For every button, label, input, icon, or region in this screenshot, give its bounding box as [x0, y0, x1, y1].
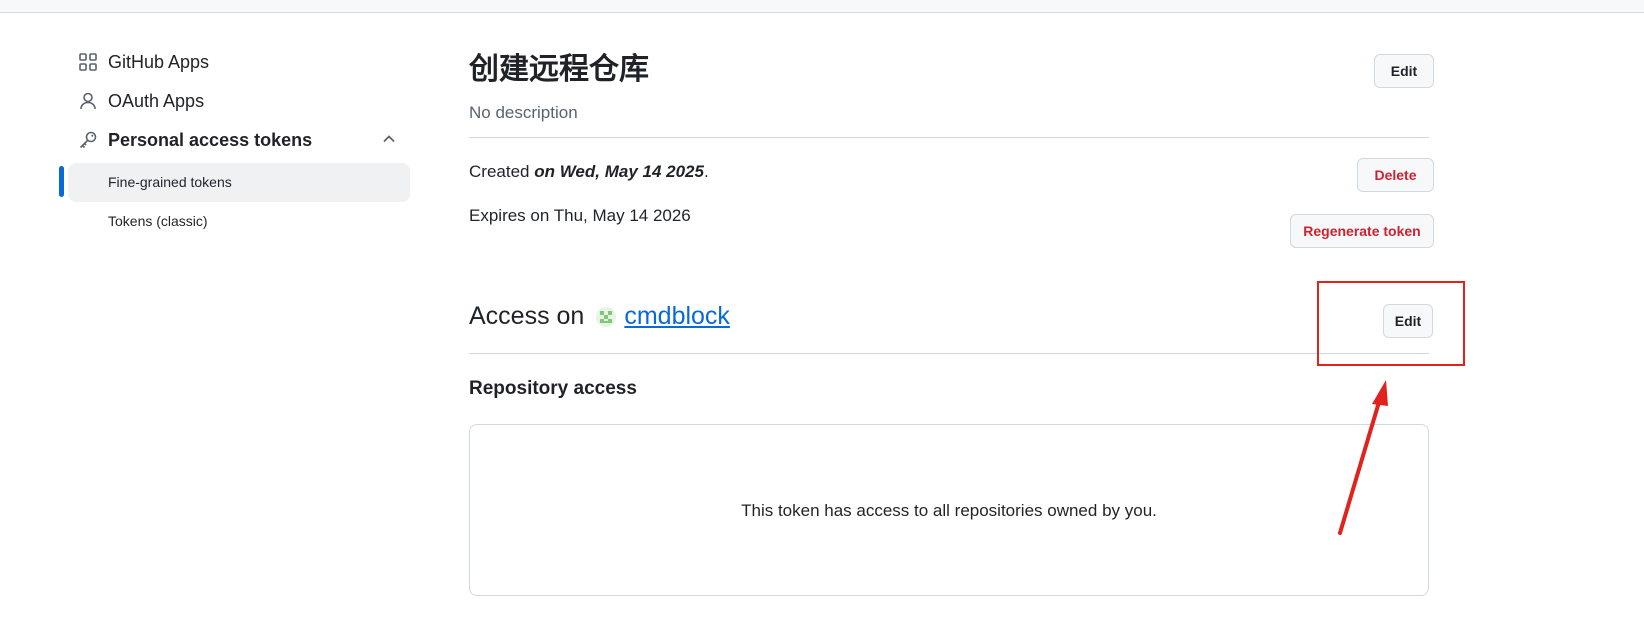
settings-sidebar: GitHub Apps OAuth Apps Personal access t… — [0, 0, 420, 626]
sidebar-item-github-apps[interactable]: GitHub Apps — [78, 48, 209, 76]
access-heading: Access on cmdblock — [469, 302, 730, 331]
owner-link[interactable]: cmdblock — [624, 302, 730, 331]
delete-button[interactable]: Delete — [1357, 158, 1434, 192]
token-description: No description — [469, 103, 578, 122]
regenerate-token-button[interactable]: Regenerate token — [1290, 214, 1434, 248]
key-icon — [78, 130, 98, 150]
annotation-arrow-icon — [1338, 380, 1388, 535]
sidebar-item-personal-access-tokens[interactable]: Personal access tokens — [78, 126, 312, 154]
repository-access-box: This token has access to all repositorie… — [469, 424, 1429, 596]
person-icon — [78, 91, 98, 111]
divider — [469, 353, 1429, 354]
active-indicator — [59, 166, 64, 197]
sidebar-item-fine-grained-tokens[interactable]: Fine-grained tokens — [108, 174, 232, 190]
divider — [469, 137, 1429, 138]
avatar — [596, 306, 617, 327]
created-date: on Wed, May 14 2025 — [534, 162, 704, 181]
expiration-text: Expires on Thu, May 14 2026 — [469, 206, 691, 225]
chevron-up-icon[interactable] — [381, 131, 397, 147]
created-date-text: Created on Wed, May 14 2025. — [469, 162, 709, 181]
edit-token-button[interactable]: Edit — [1374, 54, 1434, 88]
sidebar-item-label: GitHub Apps — [108, 51, 210, 72]
page-title: 创建远程仓库 — [469, 52, 649, 87]
sidebar-item-label: OAuth Apps — [108, 90, 205, 111]
repository-access-heading: Repository access — [469, 378, 637, 399]
repository-access-message: This token has access to all repositorie… — [741, 501, 1157, 520]
apps-grid-icon — [78, 52, 98, 72]
sidebar-item-oauth-apps[interactable]: OAuth Apps — [78, 87, 204, 115]
sidebar-item-label: Personal access tokens — [108, 129, 313, 150]
annotation-highlight-box — [1317, 281, 1465, 366]
sidebar-item-tokens-classic[interactable]: Tokens (classic) — [108, 213, 208, 229]
